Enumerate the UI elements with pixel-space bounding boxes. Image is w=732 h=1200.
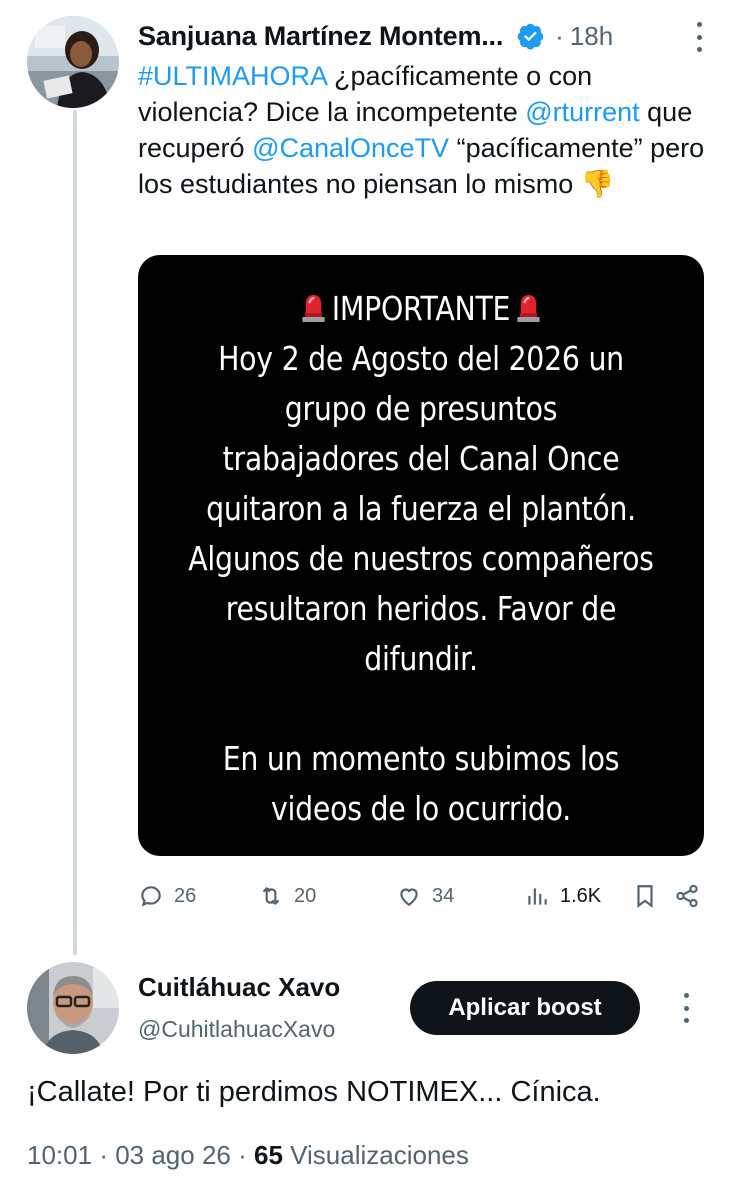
- bookmark-icon: [637, 885, 653, 908]
- more-options-icon[interactable]: [690, 22, 708, 52]
- separator-dot: ·: [555, 20, 564, 51]
- tweet-action-bar: 26 20 34 1.6K: [138, 878, 704, 914]
- bookmark-action[interactable]: [632, 878, 668, 914]
- verified-badge-icon: [517, 23, 544, 50]
- media-image[interactable]: IMPORTANTE Hoy 2 de Agosto del 2026 un g…: [138, 255, 704, 856]
- reply-views-count: 65: [254, 1140, 283, 1170]
- media-text-line: resultaron heridos. Favor de: [225, 589, 617, 628]
- tweet-header: Sanjuana Martínez Montem... · 18h: [138, 18, 708, 54]
- media-text-line: Hoy 2 de Agosto del 2026 un: [218, 339, 624, 378]
- media-text-line: En un momento subimos los: [222, 739, 620, 778]
- media-text-line: quitaron a la fuerza el plantón.: [206, 489, 636, 528]
- reply-date[interactable]: 03 ago 26: [115, 1140, 231, 1170]
- reply-meta: 10:01 · 03 ago 26 · 65 Visualizaciones: [27, 1140, 469, 1171]
- heart-icon: [400, 888, 418, 906]
- media-heading-line: IMPORTANTE: [178, 289, 665, 329]
- tweet-timestamp[interactable]: 18h: [570, 21, 613, 52]
- reply-more-options-icon[interactable]: [679, 993, 693, 1023]
- siren-icon: [517, 295, 540, 322]
- media-text-line: Algunos de nuestros compañeros: [188, 539, 654, 578]
- avatar-photo: [27, 962, 119, 1054]
- retweet-count: 20: [294, 884, 317, 907]
- reply-author-avatar[interactable]: [27, 962, 119, 1054]
- thread-connector-line: [73, 110, 77, 955]
- views-count: 1.6K: [560, 884, 602, 907]
- media-text-line: videos de lo ocurrido.: [270, 789, 571, 828]
- like-count: 34: [432, 884, 455, 907]
- mention-link[interactable]: @rturrent: [525, 97, 639, 127]
- reply-action[interactable]: 26: [138, 878, 196, 914]
- siren-icon: [302, 295, 325, 322]
- reply-author-handle[interactable]: @CuhitlahuacXavo: [138, 1016, 335, 1043]
- share-action[interactable]: [674, 878, 710, 914]
- retweet-icon: [262, 886, 280, 906]
- separator-dot: ·: [238, 1140, 254, 1170]
- like-action[interactable]: 34: [396, 878, 454, 914]
- analytics-icon: [528, 888, 547, 905]
- retweet-action[interactable]: 20: [258, 878, 316, 914]
- separator-dot: ·: [99, 1140, 116, 1170]
- media-text-line: trabajadores del Canal Once: [222, 439, 620, 478]
- author-avatar[interactable]: [27, 16, 119, 108]
- reply-icon: [141, 886, 161, 907]
- author-name[interactable]: Sanjuana Martínez Montem...: [138, 21, 503, 52]
- media-text-line: difundir.: [364, 639, 478, 678]
- share-icon: [676, 884, 698, 908]
- mention-link[interactable]: @CanalOnceTV: [252, 133, 449, 163]
- hashtag-link[interactable]: #ULTIMAHORA: [138, 61, 327, 91]
- media-heading: IMPORTANTE: [331, 289, 511, 328]
- reply-time[interactable]: 10:01: [27, 1140, 92, 1170]
- reply-views-label[interactable]: Visualizaciones: [290, 1140, 469, 1170]
- reply-count: 26: [174, 884, 197, 907]
- tweet-text: #ULTIMAHORA ¿pacíficamente o con violenc…: [138, 58, 708, 202]
- media-text-line: grupo de presuntos: [284, 389, 558, 428]
- reply-author-name[interactable]: Cuitláhuac Xavo: [138, 972, 340, 1003]
- views-action[interactable]: 1.6K: [524, 878, 601, 914]
- avatar-photo: [27, 16, 119, 108]
- boost-button[interactable]: Aplicar boost: [410, 981, 640, 1035]
- reply-text: ¡Callate! Por ti perdimos NOTIMEX... Cín…: [27, 1076, 601, 1108]
